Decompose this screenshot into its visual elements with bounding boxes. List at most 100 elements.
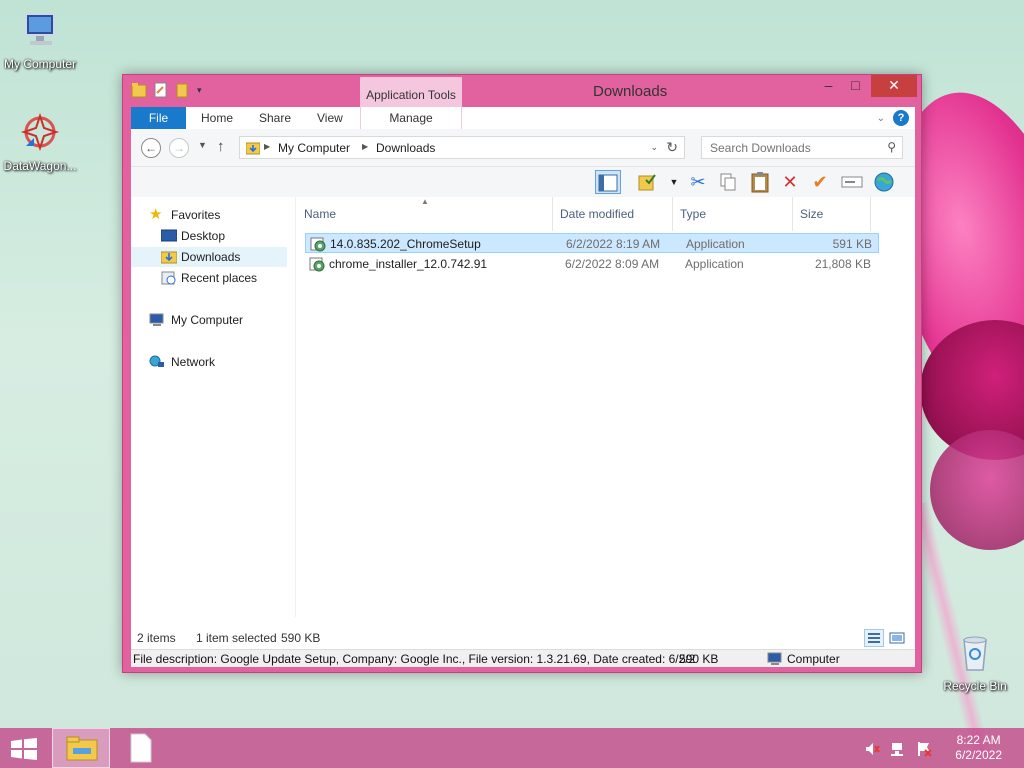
- taskbar-notepad[interactable]: [112, 728, 170, 768]
- ribbon-tabs: File Home Share View Manage ⌄ ?: [131, 107, 915, 129]
- desktop-icon-datawagon[interactable]: DataWagon...: [0, 112, 80, 173]
- computer-icon: [149, 313, 164, 326]
- contextual-tab-group: Application Tools: [360, 77, 462, 109]
- search-icon[interactable]: ⚲: [887, 140, 896, 154]
- up-arrow-icon[interactable]: ↑: [217, 138, 225, 155]
- nav-item-network[interactable]: Network: [131, 352, 287, 372]
- start-button[interactable]: [10, 738, 38, 760]
- preview-pane-button[interactable]: [595, 170, 621, 194]
- window-title: Downloads: [593, 83, 668, 100]
- wallpaper-flower-petal: [930, 430, 1024, 550]
- pane-splitter[interactable]: [295, 197, 296, 617]
- column-header-size[interactable]: Size: [793, 197, 871, 231]
- file-type: Application: [686, 237, 745, 251]
- tab-view[interactable]: View: [317, 107, 343, 129]
- forward-button[interactable]: →: [169, 138, 189, 158]
- breadcrumb-my-computer[interactable]: My Computer: [278, 141, 350, 155]
- breadcrumb-downloads[interactable]: Downloads: [376, 141, 435, 155]
- large-icons-view-button[interactable]: [887, 629, 907, 647]
- recent-locations-chevron-icon[interactable]: ▼: [198, 140, 207, 150]
- paste-icon[interactable]: [747, 170, 773, 194]
- recycle-bin-icon: [963, 636, 987, 671]
- refresh-icon[interactable]: ↻: [666, 139, 678, 156]
- nav-item-my-computer[interactable]: My Computer: [131, 310, 287, 330]
- taskbar-clock[interactable]: 8:22 AM 6/2/2022: [955, 733, 1002, 763]
- volume-muted-icon[interactable]: [864, 741, 880, 757]
- navigation-pane: ★ Favorites Desktop Downloads Recent pla…: [131, 205, 287, 615]
- address-history-chevron-icon[interactable]: ⌄: [650, 142, 658, 153]
- file-date-modified: 6/2/2022 8:09 AM: [565, 257, 660, 271]
- file-size: 21,808 KB: [814, 257, 871, 271]
- column-header-name[interactable]: ▲ Name: [297, 197, 553, 231]
- title-bar[interactable]: ▾ Application Tools Downloads – □ ✕: [123, 75, 921, 109]
- tab-file[interactable]: File: [131, 107, 186, 129]
- globe-icon[interactable]: [871, 170, 897, 194]
- breadcrumb-separator-icon[interactable]: ▶: [264, 142, 270, 151]
- folder-options-chevron-icon[interactable]: ▼: [661, 170, 687, 194]
- action-center-flag-icon[interactable]: [916, 741, 932, 757]
- copy-icon[interactable]: [715, 170, 741, 194]
- network-status-icon[interactable]: [890, 741, 906, 757]
- nav-item-label: My Computer: [171, 313, 244, 327]
- help-button[interactable]: ?: [893, 110, 909, 126]
- downloads-folder-icon: [161, 251, 177, 264]
- nav-item-desktop[interactable]: Desktop: [131, 226, 287, 246]
- folder-check-icon: [638, 174, 656, 191]
- minimize-button[interactable]: –: [815, 75, 842, 97]
- column-header-label: Size: [800, 207, 824, 221]
- downloads-folder-icon: [246, 142, 260, 155]
- properties-icon[interactable]: [153, 81, 169, 99]
- details-view-button[interactable]: [864, 629, 884, 647]
- file-row[interactable]: chrome_installer_12.0.742.91 6/2/2022 8:…: [305, 254, 879, 274]
- nav-item-recent-places[interactable]: Recent places: [131, 268, 287, 288]
- system-tray: [864, 741, 932, 757]
- nav-item-label: Downloads: [181, 250, 241, 264]
- explorer-client: ← → ▼ ↑ ▶ My Computer ▶ Downloads ⌄ ↻ ⚲: [131, 129, 915, 667]
- datawagon-logo-icon: [20, 112, 60, 152]
- desktop-icon-recycle-bin[interactable]: Recycle Bin: [935, 632, 1015, 693]
- folder-options-button[interactable]: [635, 170, 661, 194]
- quick-access-toolbar: ▾: [131, 81, 213, 99]
- folder-icon[interactable]: [131, 81, 147, 99]
- search-box[interactable]: ⚲: [701, 136, 903, 159]
- delete-icon[interactable]: ✕: [777, 170, 803, 194]
- desktop-icon-my-computer[interactable]: My Computer: [0, 10, 80, 71]
- status-selection: 1 item selected: [196, 631, 277, 645]
- clock-time: 8:22 AM: [956, 733, 1001, 747]
- nav-item-label: Favorites: [171, 208, 221, 222]
- nav-item-downloads[interactable]: Downloads: [131, 247, 287, 267]
- file-date-modified: 6/2/2022 8:19 AM: [566, 237, 661, 251]
- maximize-button[interactable]: □: [842, 75, 869, 97]
- column-header-label: Type: [680, 207, 707, 221]
- tab-home[interactable]: Home: [201, 107, 233, 129]
- close-button[interactable]: ✕: [871, 75, 917, 97]
- file-size: 591 KB: [832, 237, 872, 251]
- file-row[interactable]: 14.0.835.202_ChromeSetup 6/2/2022 8:19 A…: [305, 233, 879, 253]
- column-header-date-modified[interactable]: Date modified: [553, 197, 673, 231]
- checkmark-icon[interactable]: ✔: [807, 170, 833, 194]
- installer-app-icon: [310, 237, 326, 252]
- details-file-size: 590 KB: [679, 652, 719, 666]
- column-header-type[interactable]: Type: [673, 197, 793, 231]
- details-view-icon: [868, 633, 880, 643]
- new-folder-icon[interactable]: [175, 81, 191, 99]
- file-explorer-icon: [66, 736, 98, 761]
- tab-manage[interactable]: Manage: [360, 107, 462, 129]
- desktop-icon: [161, 229, 177, 242]
- back-button[interactable]: ←: [141, 138, 161, 158]
- large-icons-view-icon: [889, 632, 905, 644]
- address-bar[interactable]: ▶ My Computer ▶ Downloads ⌄ ↻: [239, 136, 685, 159]
- rename-icon[interactable]: [839, 170, 865, 194]
- taskbar-file-explorer[interactable]: [52, 728, 110, 768]
- tab-share[interactable]: Share: [259, 107, 291, 129]
- customize-qat-chevron-icon[interactable]: ▾: [197, 81, 213, 99]
- expand-ribbon-chevron-icon[interactable]: ⌄: [877, 113, 885, 124]
- sort-ascending-icon: ▲: [421, 197, 429, 206]
- cut-icon[interactable]: ✂: [685, 170, 711, 194]
- status-item-count: 2 items: [137, 631, 176, 645]
- column-header-label: Date modified: [560, 207, 635, 221]
- search-input[interactable]: [702, 137, 872, 158]
- nav-item-favorites[interactable]: ★ Favorites: [131, 205, 287, 225]
- breadcrumb-separator-icon[interactable]: ▶: [362, 142, 368, 151]
- desktop-icon-label: DataWagon...: [3, 159, 77, 173]
